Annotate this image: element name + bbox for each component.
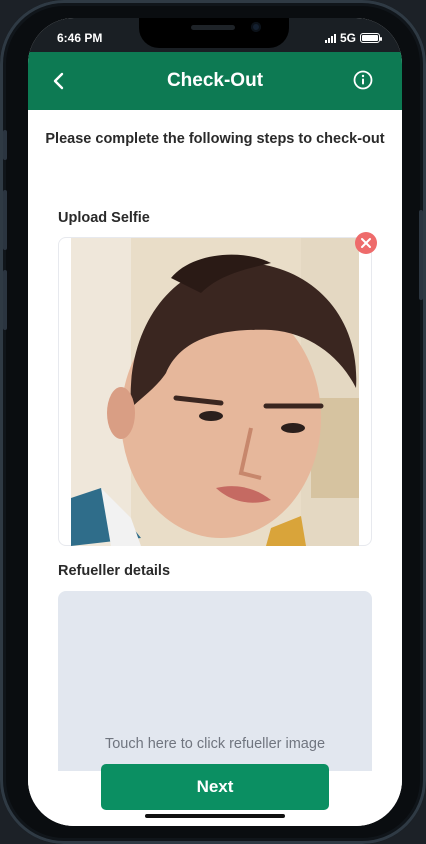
close-icon [361, 238, 371, 248]
next-button[interactable]: Next [101, 764, 329, 810]
signal-icon [324, 33, 336, 43]
status-bar: 6:46 PM 5G [28, 18, 402, 52]
info-button[interactable] [352, 69, 374, 91]
speaker-grille [191, 25, 235, 30]
info-circle-icon [353, 70, 373, 90]
back-button[interactable] [46, 68, 72, 94]
power-button [419, 210, 423, 300]
refueller-details-label: Refueller details [58, 563, 171, 579]
refueller-image-upload[interactable]: Touch here to click refueller image [58, 591, 372, 771]
selfie-portrait [71, 238, 359, 546]
status-indicators: 5G [324, 31, 382, 45]
mute-switch [3, 130, 7, 160]
home-indicator [145, 814, 285, 818]
screen: 6:46 PM 5G Check-Out Please complete the… [28, 18, 402, 826]
app-header: Check-Out [28, 52, 402, 110]
selfie-image [71, 238, 359, 546]
front-camera [251, 22, 261, 32]
checkout-form: Please complete the following steps to c… [28, 110, 402, 826]
page-title: Check-Out [166, 70, 264, 91]
instructions-text: Please complete the following steps to c… [45, 131, 385, 147]
upload-selfie-label: Upload Selfie [58, 210, 150, 226]
battery-icon [360, 33, 382, 43]
refueller-upload-hint: Touch here to click refueller image [104, 736, 326, 752]
volume-down-button [3, 270, 7, 330]
volume-up-button [3, 190, 7, 250]
notch [139, 18, 289, 48]
network-type: 5G [339, 31, 356, 45]
chevron-left-icon [53, 72, 64, 90]
phone-frame: 6:46 PM 5G Check-Out Please complete the… [0, 0, 426, 844]
remove-selfie-button[interactable] [355, 232, 377, 254]
status-time: 6:46 PM [57, 31, 103, 45]
selfie-card[interactable] [58, 232, 377, 546]
